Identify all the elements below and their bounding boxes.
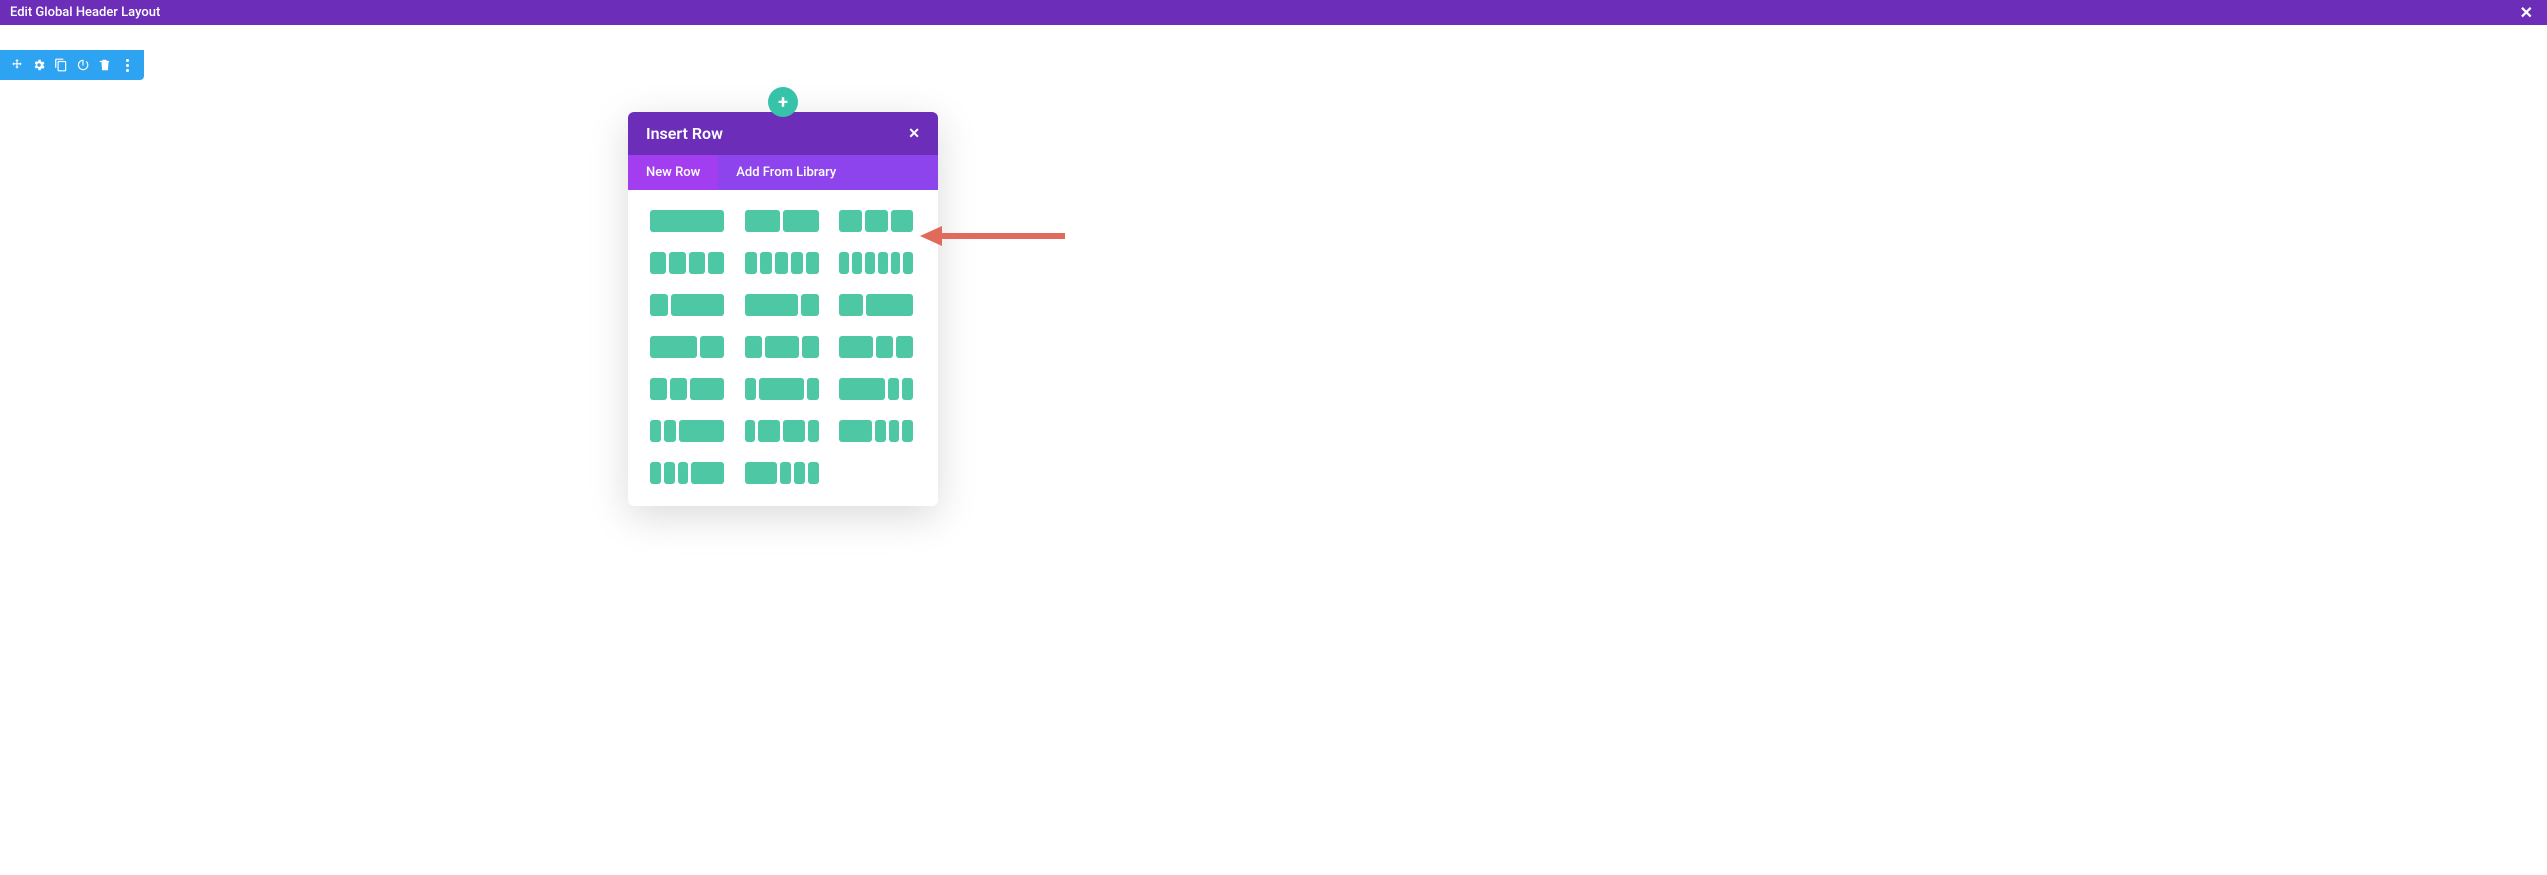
section-toolbar xyxy=(0,50,144,80)
page-title: Edit Global Header Layout xyxy=(10,5,160,20)
tab-new-row[interactable]: New Row xyxy=(628,155,718,190)
layout-3col[interactable] xyxy=(839,210,913,232)
duplicate-icon[interactable] xyxy=(54,58,68,72)
delete-icon[interactable] xyxy=(98,58,112,72)
layout-75-25[interactable] xyxy=(745,294,819,316)
layout-50-17-17-17[interactable] xyxy=(745,462,819,484)
insert-row-modal: Insert Row ✕ New Row Add From Library xyxy=(628,112,938,506)
layout-1col[interactable] xyxy=(650,210,724,232)
top-bar: Edit Global Header Layout ✕ xyxy=(0,0,2547,25)
modal-header: Insert Row ✕ xyxy=(628,112,938,155)
annotation-arrow xyxy=(920,221,1070,251)
close-editor-button[interactable]: ✕ xyxy=(2516,3,2537,22)
layout-25-50-25[interactable] xyxy=(745,336,819,358)
modal-title: Insert Row xyxy=(646,124,723,143)
layout-67-16-16[interactable] xyxy=(839,378,913,400)
editor-canvas: + Insert Row ✕ New Row Add From Library xyxy=(0,25,2547,875)
layout-4col[interactable] xyxy=(650,252,724,274)
power-icon[interactable] xyxy=(76,58,90,72)
layout-50-25-25[interactable] xyxy=(839,336,913,358)
layout-25-75[interactable] xyxy=(650,294,724,316)
move-icon[interactable] xyxy=(10,58,24,72)
settings-icon[interactable] xyxy=(32,58,46,72)
layout-50-16-16-16[interactable] xyxy=(839,420,913,442)
modal-tabs: New Row Add From Library xyxy=(628,155,938,190)
layout-grid xyxy=(628,190,938,506)
layout-5col[interactable] xyxy=(745,252,819,274)
layout-2col[interactable] xyxy=(745,210,819,232)
more-icon[interactable] xyxy=(120,58,134,72)
layout-16-16-67[interactable] xyxy=(650,420,724,442)
add-section-button[interactable]: + xyxy=(768,87,798,117)
tab-add-from-library[interactable]: Add From Library xyxy=(718,155,854,190)
layout-16-16-16-50[interactable] xyxy=(650,462,724,484)
layout-67-33[interactable] xyxy=(650,336,724,358)
layout-14-36-36-14[interactable] xyxy=(745,420,819,442)
layout-33-67[interactable] xyxy=(839,294,913,316)
layout-6col[interactable] xyxy=(839,252,913,274)
layout-16-67-16[interactable] xyxy=(745,378,819,400)
layout-25-25-50[interactable] xyxy=(650,378,724,400)
modal-close-button[interactable]: ✕ xyxy=(908,126,920,142)
